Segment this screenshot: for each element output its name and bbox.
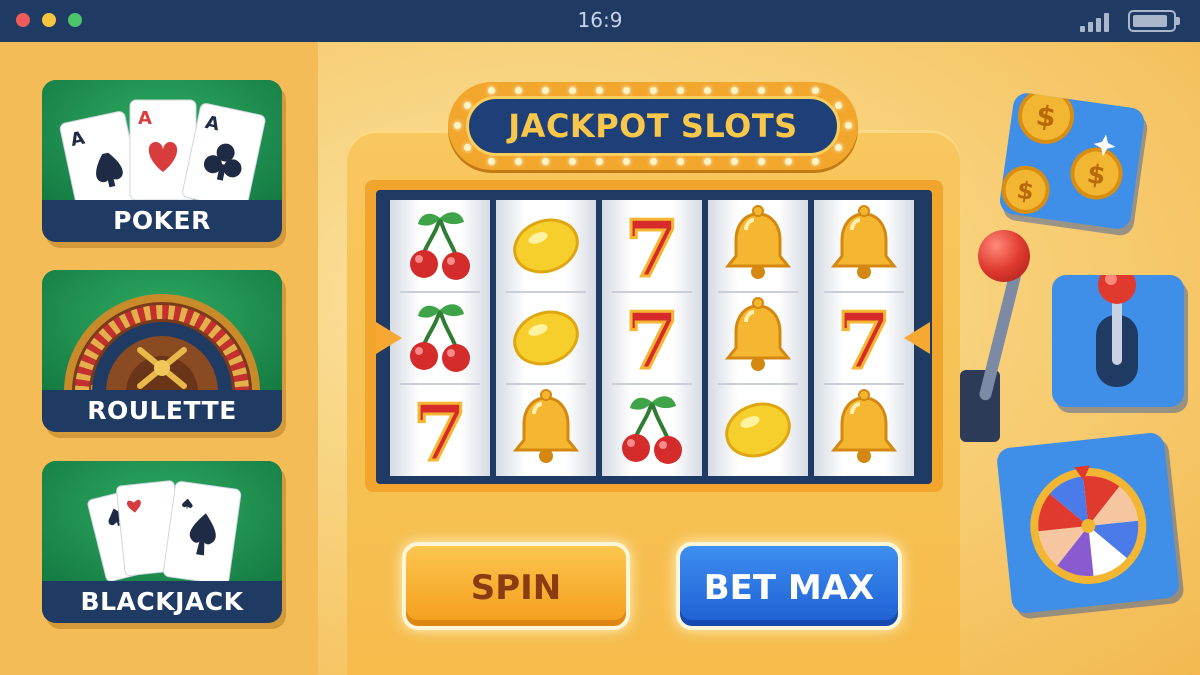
marquee-bulb <box>704 158 711 165</box>
battery-icon <box>1128 10 1180 32</box>
marquee-bulb <box>835 102 842 109</box>
joystick-tile[interactable] <box>1052 275 1184 407</box>
marquee-bulb <box>731 87 738 94</box>
game-card-blackjack[interactable]: BLACKJACK <box>42 461 282 623</box>
svg-text:7: 7 <box>413 388 467 476</box>
marquee-bulb <box>596 158 603 165</box>
reel-5: 7 <box>814 200 914 476</box>
lever-knob[interactable] <box>978 230 1030 282</box>
marquee-bulb <box>812 87 819 94</box>
lemon-icon <box>708 384 808 476</box>
svg-text:A: A <box>138 108 152 129</box>
marquee-bulb <box>454 122 461 129</box>
marquee-bulb <box>464 144 471 151</box>
marquee-bulb <box>542 87 549 94</box>
marquee-bulb <box>623 87 630 94</box>
svg-text:7: 7 <box>837 296 891 384</box>
marquee-bulb <box>464 102 471 109</box>
marquee-bulb <box>677 158 684 165</box>
svg-text:7: 7 <box>625 296 679 384</box>
reel-1: 7 <box>390 200 490 481</box>
bell-icon <box>708 200 808 292</box>
bell-icon <box>814 200 914 292</box>
payline-pointer-right <box>904 322 930 354</box>
title-bar: 16:9 <box>0 0 1200 42</box>
game-card-roulette[interactable]: ROULETTE <box>42 270 282 432</box>
seven-icon: 7 <box>814 292 914 389</box>
bell-icon <box>496 384 596 476</box>
svg-text:7: 7 <box>625 204 679 292</box>
marquee-title: JACKPOT SLOTS <box>508 107 798 145</box>
marquee-bulb <box>845 122 852 129</box>
marquee-bulb <box>596 87 603 94</box>
seven-icon: 7 <box>602 200 702 297</box>
marquee-bulb <box>704 87 711 94</box>
cherry-icon <box>602 384 702 476</box>
marquee-bulb <box>835 144 842 151</box>
roulette-wheel-icon <box>64 294 260 390</box>
reel-2 <box>496 200 596 476</box>
marquee-bulb <box>569 87 576 94</box>
joystick-icon <box>1096 275 1138 387</box>
signal-icon <box>1080 12 1114 32</box>
seven-icon: 7 <box>602 292 702 389</box>
marquee-bulb <box>785 87 792 94</box>
marquee-bulb <box>488 87 495 94</box>
lemon-icon <box>496 292 596 384</box>
marquee-bulb <box>758 87 765 94</box>
marquee-bulb <box>515 87 522 94</box>
marquee-bulb <box>623 158 630 165</box>
seven-icon: 7 <box>390 384 490 481</box>
marquee-bulb <box>650 87 657 94</box>
marquee-bulb <box>812 158 819 165</box>
spin-button[interactable]: SPIN <box>402 542 630 630</box>
marquee-bulb <box>650 158 657 165</box>
reel-3: 77 <box>602 200 702 476</box>
payline-pointer-left <box>376 322 402 354</box>
marquee-bulb <box>515 158 522 165</box>
poker-cards-icon: A A A <box>59 99 266 200</box>
bell-icon <box>708 292 808 384</box>
marquee-bulb <box>677 87 684 94</box>
coins-icon: $ $ $ <box>1001 91 1123 214</box>
marquee-bulb <box>731 158 738 165</box>
game-label-roulette: ROULETTE <box>42 390 282 432</box>
prize-wheel-icon <box>1030 465 1147 584</box>
game-label-blackjack: BLACKJACK <box>42 581 282 623</box>
cherry-icon <box>390 200 490 292</box>
prize-wheel-tile[interactable] <box>995 431 1181 615</box>
jackpot-marquee: JACKPOT SLOTS <box>448 82 858 170</box>
coins-tile[interactable]: $ $ $ <box>998 91 1146 231</box>
bet-max-button[interactable]: BET MAX <box>676 542 902 630</box>
game-card-poker[interactable]: A A A POKER <box>42 80 282 242</box>
window-title: 16:9 <box>577 8 623 32</box>
marquee-bulb <box>758 158 765 165</box>
marquee-bulb <box>488 158 495 165</box>
marquee-bulb <box>569 158 576 165</box>
bell-icon <box>814 384 914 476</box>
game-label-poker: POKER <box>42 200 282 242</box>
reel-4 <box>708 200 808 476</box>
cherry-icon <box>390 292 490 384</box>
lemon-icon <box>496 200 596 292</box>
marquee-bulb <box>542 158 549 165</box>
marquee-bulb <box>785 158 792 165</box>
blackjack-cards-icon <box>87 480 242 581</box>
